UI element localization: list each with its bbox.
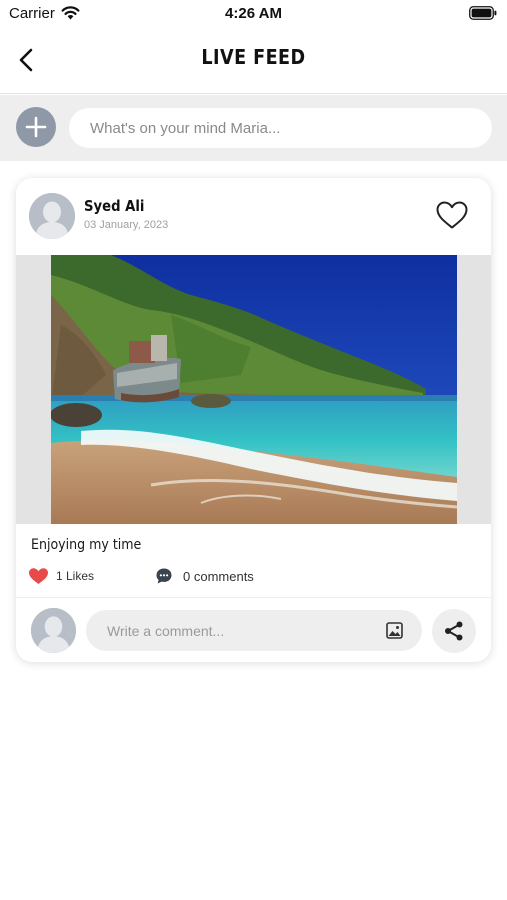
post-card: Syed Ali 03 January, 2023 Enjoying my ti…: [16, 178, 491, 662]
post-photo-frame: [16, 255, 491, 524]
comment-bubble-icon: [156, 568, 172, 584]
user-silhouette-icon: [29, 193, 75, 239]
post-caption: Enjoying my time: [31, 537, 142, 553]
post-date: 03 January, 2023: [84, 219, 169, 231]
heart-outline-icon[interactable]: [435, 200, 469, 230]
nav-bar: LIVE FEED: [0, 28, 507, 94]
page-title: LIVE FEED: [201, 45, 306, 69]
comment-input[interactable]: [86, 610, 376, 651]
plus-icon: [25, 116, 47, 138]
image-icon[interactable]: [386, 622, 403, 639]
author-name[interactable]: Syed Ali: [84, 197, 144, 215]
add-post-button[interactable]: [16, 107, 56, 147]
comment-field: [86, 610, 422, 651]
status-composer: [0, 95, 507, 161]
commenter-avatar: [31, 608, 76, 653]
user-silhouette-icon: [31, 608, 76, 653]
battery-icon: [469, 6, 497, 20]
clock: 4:26 AM: [225, 5, 282, 22]
status-bar: Carrier 4:26 AM: [0, 0, 507, 28]
status-input[interactable]: [69, 108, 492, 148]
post-photo[interactable]: [51, 255, 457, 524]
heart-filled-icon: [29, 568, 48, 584]
share-button[interactable]: [432, 609, 476, 653]
share-icon: [445, 621, 463, 641]
divider: [16, 597, 491, 598]
comments-count: 0 comments: [183, 569, 254, 584]
author-avatar[interactable]: [29, 193, 75, 239]
likes-count: 1 Likes: [56, 569, 95, 583]
screen: Carrier 4:26 AM LIVE FEED What's on your…: [0, 0, 507, 900]
